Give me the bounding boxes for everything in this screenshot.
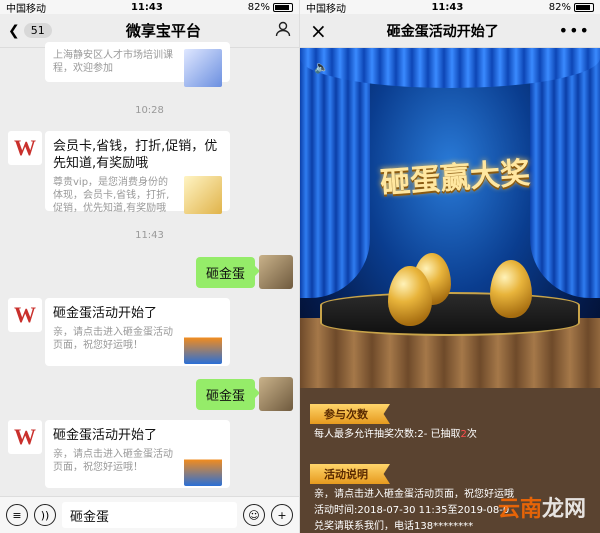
battery-icon [272, 2, 293, 12]
message-list: 上海静安区人才市场培训课程，欢迎参加 10:28 W 会员卡,省钱，打折,促销，… [0, 42, 299, 496]
card-description: 亲，请点击进入砸金蛋活动页面，祝您好运哦！ [53, 327, 173, 351]
section-label: 参与次数 [310, 404, 390, 424]
attempts-suffix: 次 [466, 429, 477, 440]
chat-title: 微享宝平台 [125, 22, 201, 40]
carrier-label: 中国移动 [6, 3, 46, 15]
watermark: 云南龙网 [498, 491, 586, 523]
speaker-icon[interactable]: 🔈 [314, 60, 329, 74]
page-header: × 砸金蛋活动开始了 ••• [300, 14, 600, 48]
more-icon[interactable]: ••• [559, 21, 590, 40]
attempts-text: 每人最多允许抽奖次数:2- 已抽取2次 [314, 428, 590, 442]
card-description: 亲，请点击进入砸金蛋活动页面，祝您好运哦！ [53, 449, 173, 473]
message-input[interactable]: 砸金蛋 [62, 502, 237, 528]
golden-egg[interactable] [490, 260, 532, 318]
status-bar: 中国移动 11:43 82% [300, 0, 600, 15]
sent-message[interactable]: 砸金蛋 [195, 257, 261, 288]
message-card[interactable]: 砸金蛋活动开始了 亲，请点击进入砸金蛋活动页面，祝您好运哦！ [45, 298, 230, 366]
clock: 11:43 [431, 1, 464, 13]
my-avatar[interactable] [259, 255, 293, 289]
message-card[interactable]: 会员卡,省钱，打折,促销，优先知道,有奖励哦 尊贵vip，是您消费身份的体现，会… [45, 131, 230, 214]
card-thumbnail [184, 49, 222, 87]
my-avatar[interactable] [259, 377, 293, 411]
unread-badge: 51 [23, 23, 52, 38]
card-thumbnail [184, 448, 222, 486]
event-page: 中国移动 11:43 82% × 砸金蛋活动开始了 ••• 🔈 砸蛋赢大奖 参与… [300, 0, 600, 533]
stage-platform [320, 292, 580, 336]
card-title: 砸金蛋活动开始了 [53, 306, 158, 321]
battery-percent: 82% [247, 1, 270, 13]
message-card[interactable]: 上海静安区人才市场培训课程，欢迎参加 [45, 42, 230, 87]
timestamp: 10:28 [135, 105, 164, 116]
page-title: 砸金蛋活动开始了 [386, 23, 499, 40]
clock: 11:43 [130, 1, 163, 13]
battery-percent: 82% [548, 1, 571, 13]
card-thumbnail [184, 176, 222, 214]
watermark-part: 云南 [497, 496, 542, 522]
card-title: 砸金蛋活动开始了 [53, 428, 158, 443]
voice-icon[interactable]: )) [34, 504, 56, 526]
watermark-part: 龙网 [541, 496, 586, 522]
timestamp: 11:43 [135, 230, 164, 241]
chevron-left-icon: ❮ [8, 22, 20, 39]
status-bar: 中国移动 11:43 82% [0, 0, 299, 15]
battery-icon [573, 2, 594, 12]
sent-message[interactable]: 砸金蛋 [195, 379, 261, 410]
headline: 砸蛋赢大奖 [379, 155, 532, 202]
close-icon[interactable]: × [310, 19, 327, 43]
egg-stage: 🔈 砸蛋赢大奖 [300, 48, 600, 388]
emoji-icon[interactable]: ☺ [243, 504, 265, 526]
info-panel: 参与次数 每人最多允许抽奖次数:2- 已抽取2次 活动说明 亲，请点击进入砸金蛋… [300, 388, 600, 533]
back-button[interactable]: ❮ 51 [8, 23, 52, 39]
menu-icon[interactable]: ≡ [6, 504, 28, 526]
user-icon[interactable] [275, 21, 291, 41]
card-title: 会员卡,省钱，打折,促销，优先知道,有奖励哦 [53, 139, 218, 171]
input-bar: ≡ )) 砸金蛋 ☺ + [0, 496, 299, 533]
sender-avatar[interactable]: W [8, 420, 42, 454]
plus-icon[interactable]: + [271, 504, 293, 526]
section-label: 活动说明 [310, 464, 390, 484]
carrier-label: 中国移动 [306, 3, 346, 15]
card-description: 上海静安区人才市场培训课程，欢迎参加 [53, 50, 173, 74]
attempts-prefix: 每人最多允许抽奖次数:2- 已抽取 [314, 429, 461, 440]
sender-avatar[interactable]: W [8, 131, 42, 165]
chat-screen: 中国移动 11:43 82% ❮ 51 微享宝平台 上海静安区人才市场培训课程，… [0, 0, 300, 533]
card-description: 尊贵vip，是您消费身份的体现，会员卡,省钱，打折,促销，优先知道,有奖励哦 [53, 177, 170, 214]
message-card[interactable]: 砸金蛋活动开始了 亲，请点击进入砸金蛋活动页面，祝您好运哦！ [45, 420, 230, 488]
sender-avatar[interactable]: W [8, 298, 42, 332]
card-thumbnail [184, 326, 222, 364]
